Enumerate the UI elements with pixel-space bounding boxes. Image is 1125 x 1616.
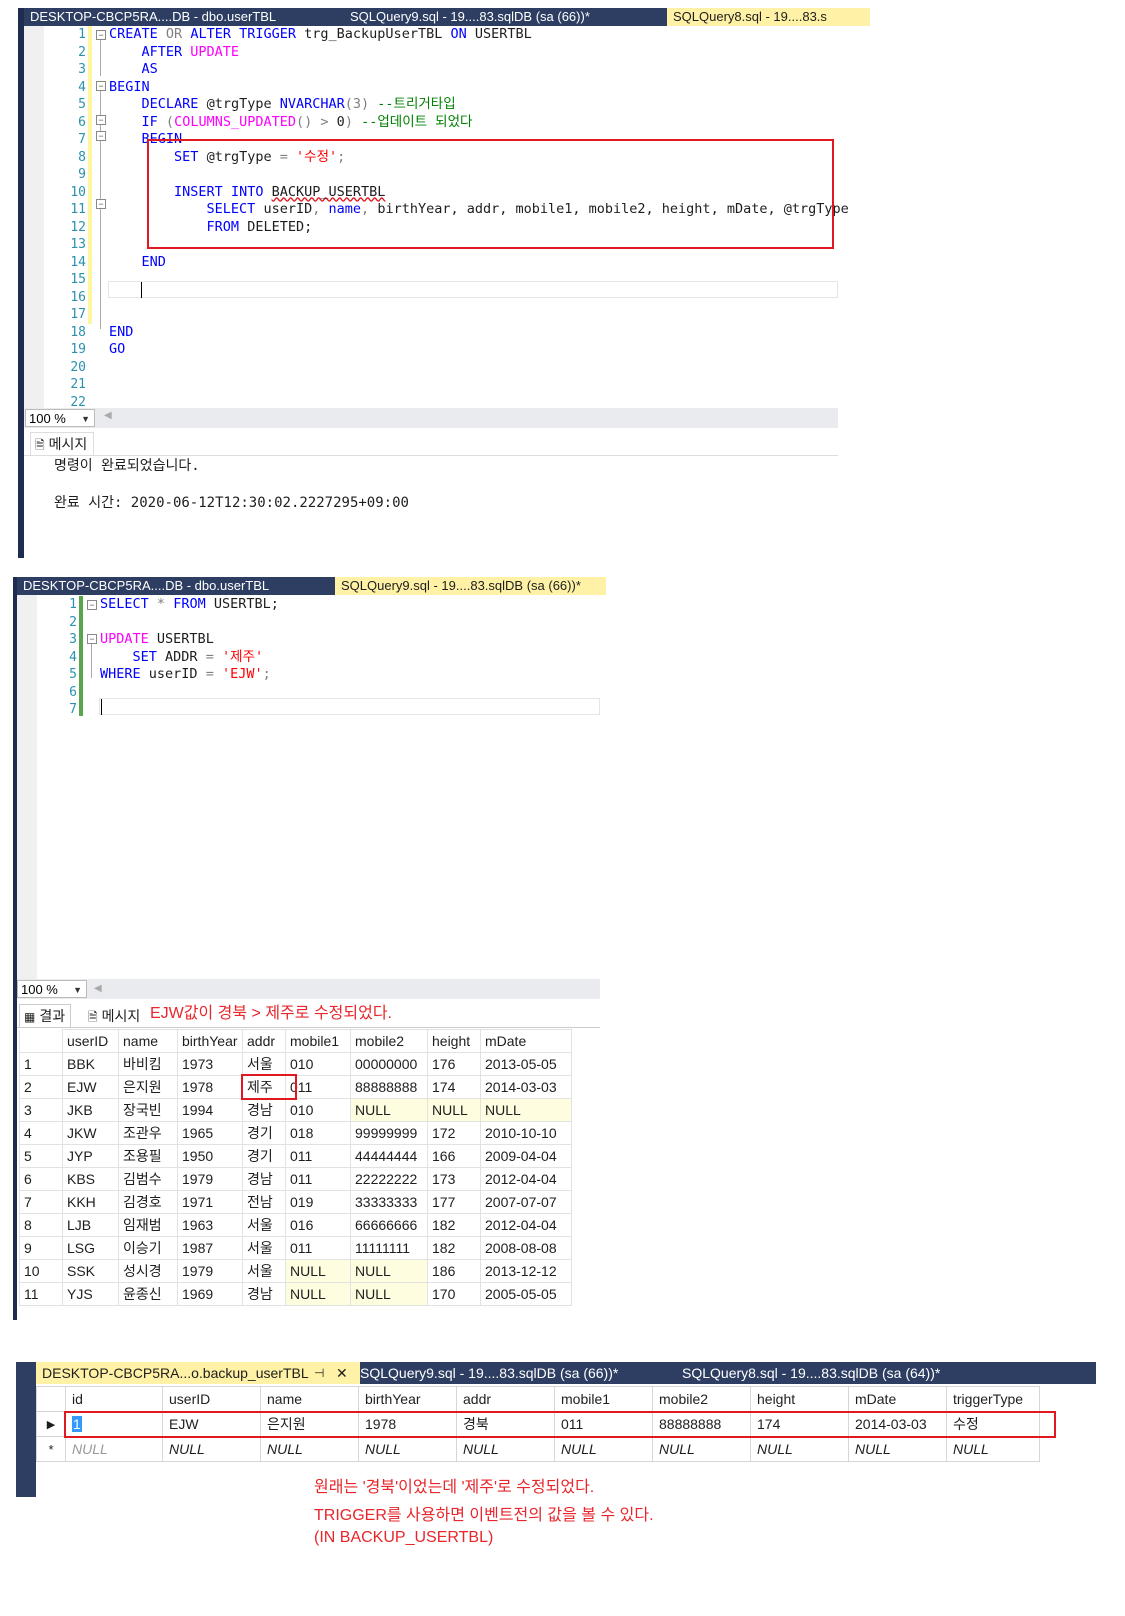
collapse-icon[interactable]: − — [87, 634, 97, 644]
row-selector-header — [36, 1386, 66, 1412]
column-header[interactable]: mobile2 — [652, 1386, 751, 1412]
annotation-note: 원래는 '경북'이었는데 '제주'로 수정되었다. — [314, 1479, 595, 1496]
message-icon: 🗎 — [35, 438, 45, 452]
results-grid[interactable]: userID name birthYear addr mobile1 mobil… — [19, 1029, 572, 1306]
fold-guide — [100, 40, 101, 76]
document-tab-bar: DESKTOP-CBCP5RA....DB - dbo.userTBL SQLQ… — [17, 577, 606, 595]
tab-usertbl[interactable]: DESKTOP-CBCP5RA....DB - dbo.userTBL — [17, 577, 341, 595]
highlight-box — [241, 1074, 297, 1100]
table-row[interactable]: 7 KKH 김경호 1971 전남 019 33333333 177 2007-07-07 — [19, 1190, 572, 1214]
column-header[interactable]: triggerType — [946, 1386, 1040, 1412]
table-row[interactable]: 10 SSK 성시경 1979 서울 NULL NULL 186 2013-12-12 — [19, 1259, 572, 1283]
table-row[interactable]: 9 LSG 이승기 1987 서울 011 11111111 182 2008-08-08 — [19, 1236, 572, 1260]
column-header[interactable]: name — [118, 1029, 178, 1053]
new-row-icon: * — [36, 1436, 66, 1462]
collapse-icon[interactable]: − — [96, 199, 106, 209]
column-header[interactable]: height — [427, 1029, 481, 1053]
column-header[interactable]: mobile2 — [350, 1029, 428, 1053]
highlight-box — [64, 1411, 1056, 1438]
tab-messages[interactable]: 🗎 메시지 — [84, 1005, 144, 1027]
column-header[interactable]: name — [260, 1386, 359, 1412]
annotation-note: EJW값이 경북 > 제주로 수정되었다. — [150, 1005, 392, 1022]
fold-guide — [100, 91, 101, 329]
text-caret — [101, 699, 102, 715]
column-header[interactable]: mobile1 — [285, 1029, 351, 1053]
table-row[interactable]: 5 JYP 조용필 1950 경기 011 44444444 166 2009-04-04 — [19, 1144, 572, 1168]
scroll-left-icon[interactable]: ◀ — [104, 410, 112, 421]
annotation-note: TRIGGER를 사용하면 이벤트전의 값을 볼 수 있다. — [314, 1507, 654, 1524]
tab-sqlquery8[interactable]: SQLQuery8.sql - 19....83.sqlDB (sa (64))… — [676, 1362, 1102, 1384]
table-row[interactable]: 6 KBS 김범수 1979 경남 011 22222222 173 2012-04-04 — [19, 1167, 572, 1191]
collapse-icon[interactable]: − — [96, 115, 106, 125]
grid-header: userID name birthYear addr mobile1 mobil… — [19, 1029, 572, 1053]
grid-header: id userID name birthYear addr mobile1 mo… — [36, 1386, 1040, 1412]
column-header[interactable]: userID — [62, 1029, 119, 1053]
editor-margin — [17, 595, 37, 980]
tab-sqlquery9[interactable]: SQLQuery9.sql - 19....83.sqlDB (sa (66))… — [344, 8, 673, 26]
table-row[interactable]: 11 YJS 윤종신 1969 경남 NULL NULL 170 2005-05-05 — [19, 1282, 572, 1306]
column-header[interactable]: birthYear — [358, 1386, 457, 1412]
change-tracking-bar — [79, 596, 83, 716]
collapse-icon[interactable]: − — [87, 600, 97, 610]
collapse-icon[interactable]: − — [96, 131, 106, 141]
column-header[interactable]: id — [65, 1386, 163, 1412]
column-header[interactable]: addr — [456, 1386, 555, 1412]
completion-time: 완료 시간: 2020-06-12T12:30:02.2227295+09:00 — [54, 495, 409, 511]
current-line-highlight — [99, 698, 600, 715]
document-tab-bar: DESKTOP-CBCP5RA...o.backup_userTBL ⊣ ✕ S… — [36, 1362, 1096, 1384]
column-header[interactable]: addr — [242, 1029, 286, 1053]
table-row[interactable]: 8 LJB 임재범 1963 서울 016 66666666 182 2012-04-04 — [19, 1213, 572, 1237]
zoom-select[interactable]: 100 % ▼ — [25, 409, 95, 427]
message-line: 명령이 완료되었습니다. — [54, 458, 200, 474]
close-icon[interactable]: ✕ — [336, 1362, 348, 1384]
table-row[interactable]: 4 JKW 조관우 1965 경기 018 99999999 172 2010-10-10 — [19, 1121, 572, 1145]
column-header[interactable]: mDate — [480, 1029, 572, 1053]
chevron-down-icon: ▼ — [81, 414, 90, 424]
highlight-box — [147, 139, 834, 249]
grid-icon: ▦ — [24, 1010, 36, 1024]
row-number-header — [19, 1029, 63, 1053]
column-header[interactable]: userID — [162, 1386, 261, 1412]
new-row[interactable]: * NULL NULL NULL NULL NULL NULL NULL NULL NULL N… — [36, 1436, 1040, 1462]
current-row-icon: ▶ — [36, 1411, 66, 1437]
change-tracking-bar — [88, 26, 92, 324]
tab-messages[interactable]: 🗎 메시지 — [30, 432, 95, 455]
table-row[interactable]: 1 BBK 바비킴 1973 서울 010 00000000 176 2013-05-05 — [19, 1052, 572, 1076]
line-numbers: 1 2 3 4 5 6 7 8 9 10 11 12 13 14 15 16 17 18 19 20 21 22 — [70, 27, 86, 410]
pin-icon[interactable]: ⊣ — [314, 1362, 324, 1384]
column-header[interactable]: mDate — [848, 1386, 947, 1412]
scroll-left-icon[interactable]: ◀ — [94, 983, 102, 994]
table-row[interactable]: 3 JKB 장국빈 1994 경남 010 NULL NULL NULL — [19, 1098, 572, 1122]
message-icon: 🗎 — [88, 1010, 98, 1024]
divider — [17, 1027, 600, 1028]
column-header[interactable]: height — [750, 1386, 849, 1412]
annotation-note: (IN BACKUP_USERTBL) — [314, 1529, 494, 1546]
line-numbers: 1234567 — [69, 597, 77, 717]
editor-margin — [24, 26, 44, 418]
update-query-code[interactable]: SELECT * FROM USERTBL; UPDATE USERTBL SE… — [100, 596, 279, 684]
column-header[interactable]: birthYear — [177, 1029, 243, 1053]
tab-usertbl[interactable]: DESKTOP-CBCP5RA....DB - dbo.userTBL — [24, 8, 350, 26]
zoom-select[interactable]: 100 % ▼ — [17, 980, 87, 998]
tab-results[interactable]: ▦ 결과 — [19, 1004, 72, 1027]
zoom-bar — [24, 408, 838, 428]
zoom-bar — [17, 979, 600, 999]
tab-sqlquery8[interactable]: SQLQuery8.sql - 19....83.s — [667, 8, 870, 26]
chevron-down-icon: ▼ — [73, 985, 82, 995]
fold-guide — [91, 644, 92, 678]
editor-left-border — [16, 1362, 36, 1497]
tab-backup-usertbl[interactable]: DESKTOP-CBCP5RA...o.backup_userTBL ⊣ ✕ — [36, 1362, 360, 1384]
tab-sqlquery9[interactable]: SQLQuery9.sql - 19....83.sqlDB (sa (66))… — [335, 577, 606, 595]
tab-sqlquery9[interactable]: SQLQuery9.sql - 19....83.sqlDB (sa (66))… — [354, 1362, 682, 1384]
collapse-icon[interactable]: − — [96, 81, 106, 91]
document-tab-bar: DESKTOP-CBCP5RA....DB - dbo.userTBL SQLQ… — [24, 8, 870, 26]
column-header[interactable]: mobile1 — [554, 1386, 653, 1412]
collapse-icon[interactable]: − — [96, 30, 106, 40]
